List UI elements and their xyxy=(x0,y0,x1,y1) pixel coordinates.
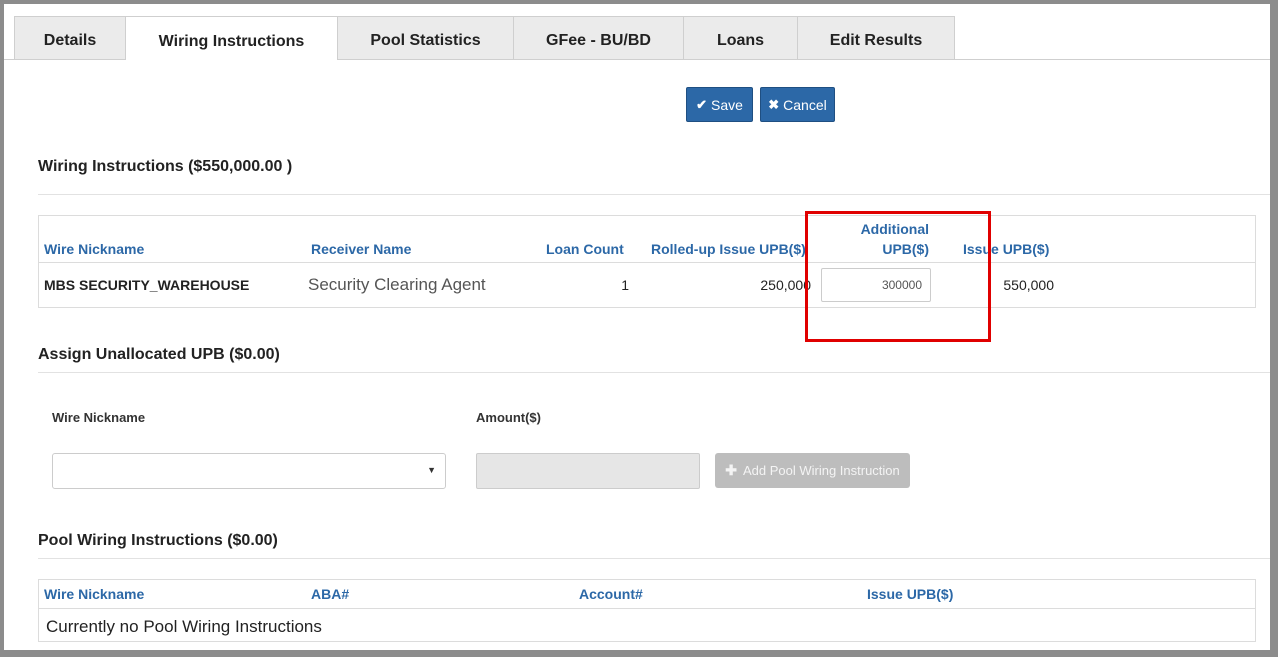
tab-bar: Details Wiring Instructions Pool Statist… xyxy=(4,16,1270,60)
wiring-instructions-title: Wiring Instructions ($550,000.00 ) xyxy=(38,158,293,175)
tab-details[interactable]: Details xyxy=(14,16,126,59)
save-button-label: Save xyxy=(710,96,743,113)
save-button[interactable]: ✔ Save xyxy=(686,87,753,122)
amount-input[interactable] xyxy=(476,453,700,489)
col-aba: ABA# xyxy=(311,586,350,602)
amount-label: Amount($) xyxy=(476,410,541,425)
check-icon: ✔ xyxy=(696,96,707,112)
add-pool-wiring-instruction-button[interactable]: ✚ Add Pool Wiring Instruction xyxy=(715,453,910,488)
pool-wiring-table: Wire Nickname ABA# Account# Issue UPB($)… xyxy=(38,579,1256,642)
empty-state-text: Currently no Pool Wiring Instructions xyxy=(46,617,322,636)
divider xyxy=(38,194,1270,195)
close-icon: ✖ xyxy=(768,96,780,112)
row-divider xyxy=(39,262,1255,263)
wiring-table: Wire Nickname Receiver Name Loan Count R… xyxy=(38,215,1256,308)
tab-pool-statistics[interactable]: Pool Statistics xyxy=(337,16,514,59)
cell-wire-nickname: MBS SECURITY_WAREHOUSE xyxy=(44,277,250,293)
divider xyxy=(38,558,1270,559)
col-account: Account# xyxy=(579,586,643,602)
tab-gfee-bu-bd[interactable]: GFee - BU/BD xyxy=(513,16,684,59)
app-frame: Details Wiring Instructions Pool Statist… xyxy=(4,4,1270,650)
add-pool-wiring-instruction-label: Add Pool Wiring Instruction xyxy=(742,463,900,478)
pool-wiring-instructions-title: Pool Wiring Instructions ($0.00) xyxy=(38,532,278,549)
assign-unallocated-title: Assign Unallocated UPB ($0.00) xyxy=(38,346,280,363)
cancel-button[interactable]: ✖ Cancel xyxy=(760,87,835,122)
cell-receiver-name: Security Clearing Agent xyxy=(308,275,486,294)
tab-loans[interactable]: Loans xyxy=(683,16,798,59)
col-wire-nickname: Wire Nickname xyxy=(44,241,145,257)
col-pool-issue-upb: Issue UPB($) xyxy=(867,586,954,602)
cancel-button-label: Cancel xyxy=(783,96,827,113)
col-pool-wire-nickname: Wire Nickname xyxy=(44,586,145,602)
wire-nickname-label: Wire Nickname xyxy=(52,410,146,425)
col-loan-count: Loan Count xyxy=(546,241,624,257)
cell-loan-count: 1 xyxy=(621,277,629,293)
tab-edit-results[interactable]: Edit Results xyxy=(797,16,955,59)
highlight-box xyxy=(805,211,991,342)
tab-wiring-instructions[interactable]: Wiring Instructions xyxy=(125,16,338,60)
caret-down-icon: ▼ xyxy=(427,465,436,475)
plus-icon: ✚ xyxy=(725,462,737,478)
cell-rolled-up-issue-upb: 250,000 xyxy=(760,277,811,293)
row-divider xyxy=(39,608,1255,609)
divider xyxy=(38,372,1270,373)
wire-nickname-select[interactable]: ▼ xyxy=(52,453,446,489)
col-receiver-name: Receiver Name xyxy=(311,241,412,257)
col-rolled-up-issue-upb: Rolled-up Issue UPB($) xyxy=(651,241,806,257)
